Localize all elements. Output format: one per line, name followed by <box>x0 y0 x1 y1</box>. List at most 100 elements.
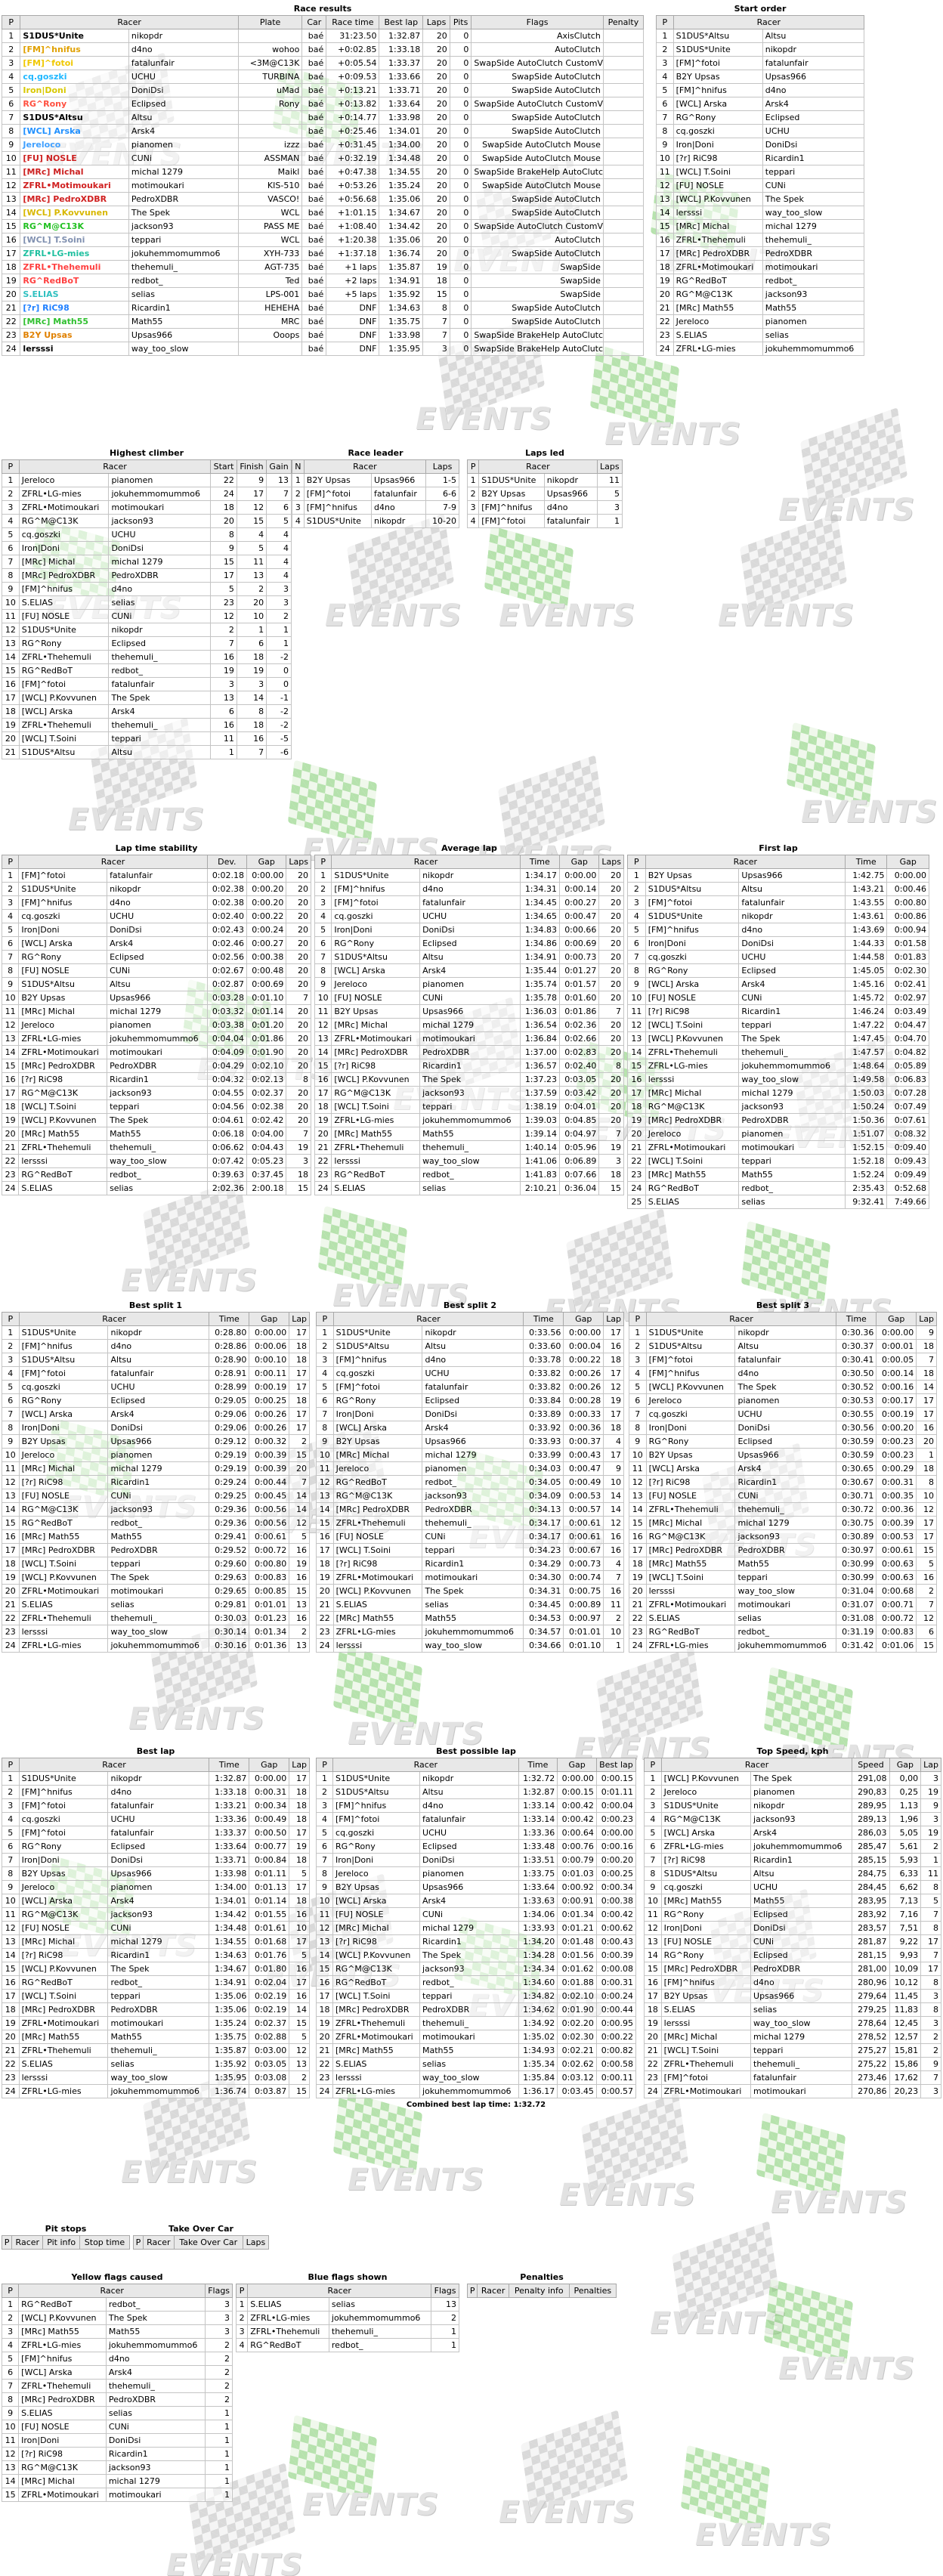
table-row: 16 [WCL] P.Kovvunen The Spek 1:37.23 0:03.05… <box>314 1072 624 1087</box>
value-cell: 1:34.63 <box>209 1948 250 1962</box>
table-row: 23 [MRc] Math55 Math55 1:52.24 0:09.49 <box>627 1167 929 1182</box>
racer-tag-cell: RG^RedBoT <box>331 1167 421 1182</box>
value-cell: 0:02.30 <box>557 2030 597 2044</box>
racer-tag-cell: [FM]^hnifus <box>18 895 108 910</box>
table-row: 1 S1DUS*Unite nikopdr 0:30.36 0:00.00 9 <box>629 1325 937 1340</box>
value-cell: 0:00.57 <box>595 2084 637 2098</box>
value-cell: 0:00.00 <box>246 868 287 883</box>
value-cell: 8 <box>210 527 237 542</box>
position-cell: 10 <box>1 151 21 165</box>
value-cell: 2 <box>920 2043 941 2058</box>
value-cell: 0:31.07 <box>836 1597 877 1612</box>
value-cell: 13 <box>266 473 292 487</box>
value-cell: 17 <box>920 1962 941 1976</box>
position-cell: 24 <box>1 342 21 356</box>
racer-tag-cell: RG^Rony <box>672 110 763 125</box>
value-cell: 0:01.11 <box>249 1866 290 1881</box>
value-cell: 0:04.04 <box>206 1031 248 1046</box>
value-cell: 0:01.11 <box>595 1785 637 1799</box>
value-cell: 17 <box>603 1366 624 1381</box>
racer-name-cell: selias <box>419 2057 519 2071</box>
position-cell: 2 <box>1 42 21 57</box>
position-cell: 19 <box>2 2016 20 2030</box>
racer-name-cell: UCHU <box>108 527 212 542</box>
value-cell: 0:34.31 <box>523 1584 564 1598</box>
racer-tag-cell: [FM]^hnifus <box>660 1975 752 1990</box>
position-cell: 19 <box>314 1113 332 1127</box>
events-logo-watermark: EVENTS <box>635 2221 824 2343</box>
position-cell: 14 <box>2 1948 20 1962</box>
racer-name-cell: d4no <box>543 500 598 515</box>
racer-name-cell: nikopdr <box>750 1798 853 1813</box>
column-header: Laps <box>286 855 311 869</box>
racer-tag-cell: ZFRL•Thehemuli <box>660 2057 752 2071</box>
value-cell: 15 <box>236 514 267 528</box>
racer-name-cell: Arsk4 <box>107 1407 210 1421</box>
racer-tag-cell: RG^Rony <box>20 97 129 111</box>
position-cell: 18 <box>2 704 20 719</box>
table-row: 7 RG^Rony Eclipsed 0:02.56 0:00.38 20 <box>1 950 311 964</box>
position-cell: 6 <box>2 1839 20 1854</box>
racer-name-cell: redbot_ <box>107 1167 208 1182</box>
position-cell: 18 <box>644 2002 662 2017</box>
value-cell: 0:03.05 <box>559 1072 600 1087</box>
racer-name-cell: motimoukari <box>750 2084 853 2098</box>
racer-name-cell: The Spek <box>419 1072 521 1087</box>
position-cell: 4 <box>2 514 20 528</box>
value-cell: 4 <box>266 555 292 569</box>
position-cell: 15 <box>1 2488 20 2502</box>
value-cell: 16 <box>289 1570 310 1585</box>
racer-name-cell: PedroXDBR <box>419 2002 519 2017</box>
racer-name-cell: Upsas966 <box>107 1866 210 1881</box>
value-cell: 0:29.25 <box>209 1489 250 1503</box>
racer-tag-cell: Iron|Doni <box>645 936 740 951</box>
position-cell: 5 <box>315 1826 334 1840</box>
position-cell: 8 <box>656 124 674 138</box>
value-cell: 7 <box>916 1353 937 1367</box>
position-cell: 6 <box>314 936 332 951</box>
racer-tag-cell: lersssi <box>645 1072 740 1087</box>
value-cell: 1:47.22 <box>844 1018 888 1032</box>
racer-name-cell: jokuhemmomummo6 <box>738 1059 846 1073</box>
racer-tag-cell: [MRc] Michal <box>645 1516 736 1530</box>
racer-tag-cell: S.ELIAS <box>331 1181 421 1195</box>
value-cell: 0:02.88 <box>249 2030 290 2044</box>
column-header: Racer <box>303 459 427 474</box>
table-row: 3 [FM]^hnifus d4no 1:33.14 0:00.42 0:00.04 <box>315 1798 637 1813</box>
value-cell: 18 <box>916 1461 937 1476</box>
position-cell: 4 <box>466 514 480 528</box>
table-row: 8 [MRc] PedroXDBR PedroXDBR 17 13 4 <box>2 568 292 583</box>
value-cell: 0:01.27 <box>559 963 600 978</box>
events-logo-watermark: EVENTS <box>544 2092 733 2214</box>
column-header: P <box>644 1758 662 1772</box>
table-row: 19 ZFRL•Thehemuli thehemuli_ 16 18 -2 <box>2 718 292 732</box>
racer-tag-cell: lersssi <box>18 1154 108 1168</box>
value-cell: 20 <box>598 1086 624 1100</box>
racer-name-cell: jackson93 <box>734 1529 837 1544</box>
racer-name-cell: michal 1279 <box>738 1086 846 1100</box>
position-cell: 13 <box>1 192 21 206</box>
racer-name-cell: PedroXDBR <box>108 568 212 583</box>
value-cell: SwapSide <box>471 274 604 288</box>
racer-tag-cell: [WCL] Arska <box>331 963 421 978</box>
laps-led-table: Laps led P Racer Laps 1 S1DUS*Unite nikopdr 11 2… <box>466 446 623 528</box>
racer-tag-cell: RG^RedBoT <box>332 1475 423 1489</box>
table-row: 1 Jereloco pianomen 22 9 13 <box>2 473 292 487</box>
value-cell: 1:34.34 <box>518 1962 558 1976</box>
best-split-3-table: Best split 3 P Racer Time Gap Lap 1 S1DUS*Unite… <box>629 1298 937 1653</box>
value-cell: +0:32.19 <box>326 151 380 165</box>
position-cell: 10 <box>2 1894 20 1908</box>
value-cell: 18 <box>289 1853 310 1867</box>
position-cell: 16 <box>2 677 20 691</box>
racer-name-cell: thehemuli_ <box>328 2324 432 2339</box>
racer-name-cell: jackson93 <box>107 1086 208 1100</box>
value-cell: 9,22 <box>889 1934 922 1949</box>
value-cell: 18 <box>289 1894 310 1908</box>
racer-name-cell: CUNi <box>419 991 521 1005</box>
racer-name-cell: jokuhemmomummo6 <box>107 1031 208 1046</box>
racer-name-cell: Eclipsed <box>762 110 865 125</box>
value-cell: 0:00.86 <box>886 909 929 923</box>
value-cell: 0:34.13 <box>523 1502 564 1517</box>
racer-tag-cell: [MRc] Math55 <box>645 1557 736 1571</box>
table-title: Best split 2 <box>443 1300 497 1310</box>
